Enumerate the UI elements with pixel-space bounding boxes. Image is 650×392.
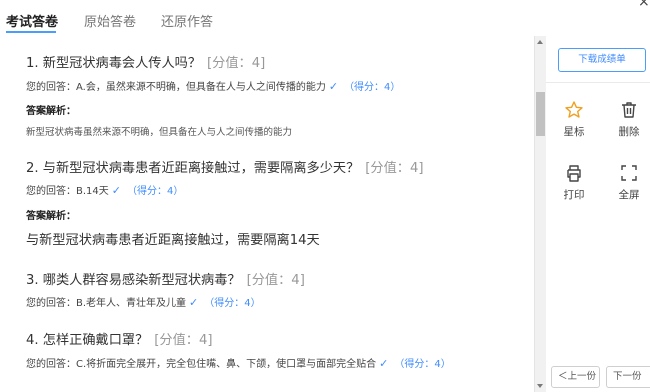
scroll-up-arrow-icon[interactable] xyxy=(537,40,543,44)
question-3-gain: （得分：4） xyxy=(204,298,261,309)
question-4-score: [分值：4] xyxy=(154,333,213,348)
active-tab-indicator xyxy=(6,31,56,33)
check-icon: ✓ xyxy=(328,80,339,93)
question-1-score: [分值：4] xyxy=(207,56,266,71)
star-icon xyxy=(565,101,583,118)
question-1-title: 1. 新型冠状病毒会人传人吗？ [分值：4] xyxy=(26,52,265,71)
question-1-text: 1. 新型冠状病毒会人传人吗？ xyxy=(26,56,202,71)
question-4-title: 4. 怎样正确戴口罩？ [分值：4] xyxy=(26,329,213,348)
question-2-title: 2. 与新型冠状病毒患者近距离接触过，需要隔离多少天？ [分值：4] xyxy=(26,157,424,176)
right-toolbar: 下载成绩单 星标 删除 打印 全屏 ＜上一份 下一份 xyxy=(546,36,650,392)
tab-original-answers[interactable]: 原始答卷 xyxy=(84,11,136,30)
question-1-explanation: 新型冠状病毒虽然来源不明确，但具备在人与人之间传播的能力 xyxy=(26,127,293,138)
divider xyxy=(546,82,650,83)
answer-sheet-content: 1. 新型冠状病毒会人传人吗？ [分值：4] 您的回答：A.会，虽然来源不明确，但… xyxy=(0,36,534,392)
star-label: 星标 xyxy=(563,126,585,138)
fullscreen-icon xyxy=(621,165,637,181)
question-4-answer-row: 您的回答：C.将折面完全展开，完全包住嘴、鼻、下颌，使口罩与面部完全贴合 ✓ （得分… xyxy=(26,355,451,370)
delete-button[interactable]: 删除 xyxy=(609,100,649,139)
question-2-score: [分值：4] xyxy=(365,161,424,176)
trash-icon xyxy=(622,102,636,118)
question-1-explanation-label: 答案解析： xyxy=(26,106,76,117)
delete-label: 删除 xyxy=(618,126,640,138)
print-button[interactable]: 打印 xyxy=(554,163,594,202)
question-2-answer: 您的回答：B.14天 xyxy=(26,186,109,197)
check-icon: ✓ xyxy=(189,296,199,309)
download-transcript-button[interactable]: 下载成绩单 xyxy=(558,48,646,72)
question-3-text: 3. 哪类人群容易感染新型冠状病毒？ xyxy=(26,273,241,288)
content-scrollbar[interactable] xyxy=(534,36,546,392)
star-button[interactable]: 星标 xyxy=(554,100,594,139)
question-2-text: 2. 与新型冠状病毒患者近距离接触过，需要隔离多少天？ xyxy=(26,161,360,176)
question-1-gain: （得分：4） xyxy=(344,82,401,93)
question-1-answer: 您的回答：A.会，虽然来源不明确，但具备在人与人之间传播的能力 xyxy=(26,82,326,93)
print-label: 打印 xyxy=(563,189,585,201)
next-sheet-button[interactable]: 下一份 xyxy=(606,366,650,388)
check-icon: ✓ xyxy=(379,357,389,370)
question-1-answer-row: 您的回答：A.会，虽然来源不明确，但具备在人与人之间传播的能力 ✓ （得分：4） xyxy=(26,78,400,93)
scroll-down-arrow-icon[interactable] xyxy=(537,384,543,388)
question-4-text: 4. 怎样正确戴口罩？ xyxy=(26,333,149,348)
check-icon: ✓ xyxy=(111,184,121,197)
fullscreen-label: 全屏 xyxy=(618,189,640,201)
scrollbar-thumb[interactable] xyxy=(536,92,545,136)
question-2-answer-row: 您的回答：B.14天 ✓ （得分：4） xyxy=(26,182,183,197)
question-4-gain: （得分：4） xyxy=(394,359,451,370)
question-3-score: [分值：4] xyxy=(246,273,305,288)
question-3-title: 3. 哪类人群容易感染新型冠状病毒？ [分值：4] xyxy=(26,269,305,288)
fullscreen-button[interactable]: 全屏 xyxy=(609,163,649,202)
question-2-explanation-label: 答案解析： xyxy=(26,211,76,222)
tab-restore-answering[interactable]: 还原作答 xyxy=(161,11,213,30)
tab-exam-answers[interactable]: 考试答卷 xyxy=(6,11,58,30)
question-2-gain: （得分：4） xyxy=(126,186,184,197)
tab-bar: 考试答卷 原始答卷 还原作答 × xyxy=(0,0,650,38)
close-icon[interactable]: × xyxy=(638,0,650,10)
previous-sheet-button[interactable]: ＜上一份 xyxy=(551,366,600,388)
question-3-answer: 您的回答：B.老年人、青壮年及儿童 xyxy=(26,298,187,309)
printer-icon xyxy=(567,165,581,182)
question-3-answer-row: 您的回答：B.老年人、青壮年及儿童 ✓ （得分：4） xyxy=(26,294,261,309)
question-4-answer: 您的回答：C.将折面完全展开，完全包住嘴、鼻、下颌，使口罩与面部完全贴合 xyxy=(26,359,377,370)
question-2-explanation: 与新型冠状病毒患者近距离接触过，需要隔离14天 xyxy=(26,233,320,248)
